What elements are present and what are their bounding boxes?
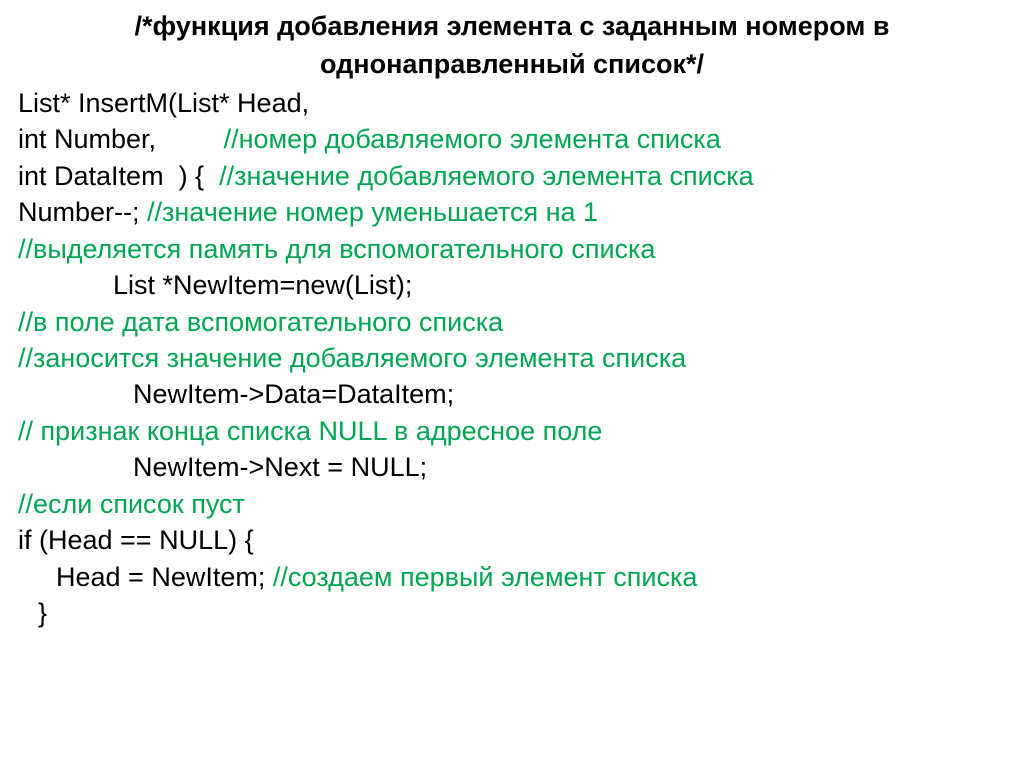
code-text: List *NewItem=new(List);: [113, 270, 412, 300]
comment-text: //создаем первый элемент списка: [273, 562, 698, 592]
code-line-2: int Number, //номер добавляемого элемент…: [18, 121, 1006, 157]
code-line-12: //если список пуст: [18, 486, 1006, 522]
code-line-5: //выделяется память для вспомогательного…: [18, 231, 1006, 267]
code-line-6: List *NewItem=new(List);: [18, 267, 1006, 303]
code-line-4: Number--; //значение номер уменьшается н…: [18, 194, 1006, 230]
code-line-7: //в поле дата вспомогательного списка: [18, 304, 1006, 340]
comment-text: //в поле дата вспомогательного списка: [18, 307, 503, 337]
code-text: NewItem->Next = NULL;: [133, 452, 427, 482]
code-line-1: List* InsertM(List* Head,: [18, 85, 1006, 121]
code-line-8: //заносится значение добавляемого элемен…: [18, 340, 1006, 376]
comment-text: //значение добавляемого элемента списка: [219, 161, 754, 191]
code-text: Number--;: [18, 197, 147, 227]
code-line-9: NewItem->Data=DataItem;: [18, 376, 1006, 412]
code-text: }: [38, 598, 47, 628]
code-line-11: NewItem->Next = NULL;: [18, 449, 1006, 485]
code-text: int DataItem ) {: [18, 161, 219, 191]
block-comment-line1: /*функция добавления элемента с заданным…: [18, 8, 1006, 44]
code-text: Head = NewItem;: [56, 562, 273, 592]
code-text: List* InsertM(List* Head,: [18, 88, 309, 118]
comment-text: // признак конца списка NULL в адресное …: [18, 416, 602, 446]
code-line-15: }: [18, 595, 1006, 631]
comment-text: //значение номер уменьшается на 1: [147, 197, 598, 227]
code-line-13: if (Head == NULL) {: [18, 522, 1006, 558]
comment-text: //выделяется память для вспомогательного…: [18, 234, 655, 264]
code-line-3: int DataItem ) { //значение добавляемого…: [18, 158, 1006, 194]
comment-text: //заносится значение добавляемого элемен…: [18, 343, 686, 373]
code-line-14: Head = NewItem; //создаем первый элемент…: [18, 559, 1006, 595]
comment-text: //если список пуст: [18, 489, 245, 519]
code-text: int Number,: [18, 124, 224, 154]
comment-text: //номер добавляемого элемента списка: [224, 124, 721, 154]
code-line-10: // признак конца списка NULL в адресное …: [18, 413, 1006, 449]
code-text: if (Head == NULL) {: [18, 525, 254, 555]
code-text: NewItem->Data=DataItem;: [133, 379, 454, 409]
block-comment-line2: однонаправленный список*/: [18, 46, 1006, 82]
